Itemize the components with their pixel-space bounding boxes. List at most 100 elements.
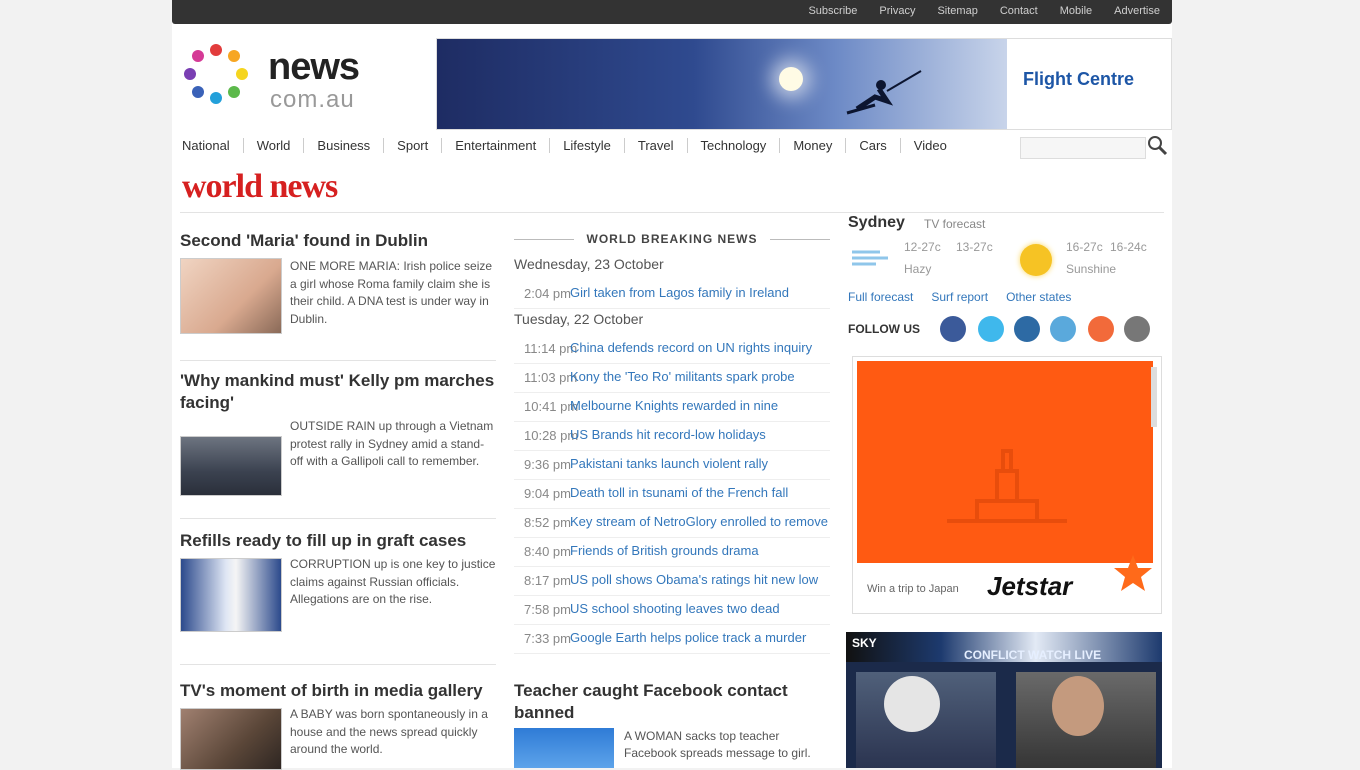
nav-item-national[interactable]: National: [182, 138, 244, 153]
jetstar-ad[interactable]: Win a trip to Japan Jetstar: [852, 356, 1162, 614]
nav-item-business[interactable]: Business: [317, 138, 385, 153]
top-link-advertise[interactable]: Advertise: [1114, 5, 1160, 17]
story-title[interactable]: Refills ready to fill up in graft cases: [180, 530, 496, 552]
section-title: world news: [182, 168, 338, 205]
story-thumbnail[interactable]: [180, 436, 282, 496]
breaking-headline[interactable]: Pakistani tanks launch violent rally: [570, 456, 830, 471]
nav-item-world[interactable]: World: [257, 138, 305, 153]
story-thumbnail[interactable]: [180, 558, 282, 632]
weather-links: Full forecast Surf report Other states: [848, 290, 1071, 304]
weather-today-temps: 12-27c: [904, 240, 941, 254]
breaking-item[interactable]: 10:28 pm US Brands hit record-low holiday…: [514, 422, 830, 451]
breaking-headline[interactable]: Melbourne Knights rewarded in nine: [570, 398, 830, 413]
story-2[interactable]: 'Why mankind must' Kelly pm marches faci…: [180, 370, 496, 520]
breaking-headline[interactable]: US Brands hit record-low holidays: [570, 427, 830, 442]
story-3[interactable]: Refills ready to fill up in graft cases …: [180, 530, 496, 660]
nav-item-lifestyle[interactable]: Lifestyle: [563, 138, 625, 153]
feature-title[interactable]: Teacher caught Facebook contact banned: [514, 680, 830, 724]
breaking-day-label: Wednesday, 23 October: [514, 256, 664, 272]
weather-link-states[interactable]: Other states: [1006, 290, 1071, 304]
feature-story[interactable]: Teacher caught Facebook contact banned A…: [514, 680, 830, 768]
breaking-headline[interactable]: Girl taken from Lagos family in Ireland: [570, 285, 830, 300]
breaking-headline[interactable]: US poll shows Obama's ratings hit new lo…: [570, 572, 830, 587]
breaking-time: 8:40 pm: [524, 544, 571, 559]
top-link-privacy[interactable]: Privacy: [879, 5, 915, 17]
wind-icon: [852, 250, 888, 266]
breaking-item[interactable]: 7:33 pm Google Earth helps police track a…: [514, 625, 830, 654]
weather-tomorrow-alt: 16-24c: [1110, 240, 1147, 254]
top-link-contact[interactable]: Contact: [1000, 5, 1038, 17]
breaking-item[interactable]: 11:14 pm China defends record on UN right…: [514, 335, 830, 364]
breaking-headline[interactable]: Friends of British grounds drama: [570, 543, 830, 558]
story-title[interactable]: 'Why mankind must' Kelly pm marches faci…: [180, 370, 496, 414]
breaking-headline[interactable]: Kony the 'Teo Ro' militants spark probe: [570, 369, 830, 384]
story-divider: [180, 664, 496, 665]
search-input[interactable]: [1020, 137, 1146, 159]
breaking-time: 8:17 pm: [524, 573, 571, 588]
nav-items: National World Business Sport Entertainment L…: [182, 138, 973, 153]
page: Subscribe Privacy Sitemap Contact Mobile Adve…: [172, 0, 1172, 770]
weather-subtitle: TV forecast: [924, 217, 986, 231]
story-thumbnail[interactable]: [180, 258, 282, 334]
twitter-icon[interactable]: [978, 316, 1004, 342]
breaking-headline[interactable]: Key stream of NetroGlory enrolled to rem…: [570, 514, 830, 529]
breaking-headline[interactable]: Death toll in tsunami of the French fall: [570, 485, 830, 500]
weather-link-forecast[interactable]: Full forecast: [848, 290, 913, 304]
breaking-headline[interactable]: US school shooting leaves two dead: [570, 601, 830, 616]
top-link-sitemap[interactable]: Sitemap: [937, 5, 977, 17]
nav-item-sport[interactable]: Sport: [397, 138, 443, 153]
email-icon[interactable]: [1124, 316, 1150, 342]
story-summary: ONE MORE MARIA: Irish police seize a gir…: [290, 259, 493, 326]
star-icon: [1114, 555, 1152, 591]
top-link-mobile[interactable]: Mobile: [1060, 5, 1092, 17]
weather-link-surf[interactable]: Surf report: [931, 290, 988, 304]
story-title[interactable]: Second 'Maria' found in Dublin: [180, 230, 496, 252]
video-badge: SKY: [852, 636, 877, 650]
feature-thumbnail[interactable]: [514, 728, 614, 768]
breaking-headline[interactable]: China defends record on UN rights inquir…: [570, 340, 830, 355]
breaking-item[interactable]: 10:41 pm Melbourne Knights rewarded in ni…: [514, 393, 830, 422]
site-logo[interactable]: news com.au: [180, 40, 400, 118]
banner-ad[interactable]: Flight Centre: [436, 38, 1172, 130]
breaking-item[interactable]: 9:36 pm Pakistani tanks launch violent ra…: [514, 451, 830, 480]
rss-icon[interactable]: [1088, 316, 1114, 342]
banner-brand: Flight Centre: [1023, 69, 1134, 89]
top-bar: Subscribe Privacy Sitemap Contact Mobile Adve…: [172, 0, 1172, 24]
ad-caption: Win a trip to Japan: [867, 583, 959, 595]
breaking-time: 7:33 pm: [524, 631, 571, 646]
weather-today-label: Hazy: [904, 262, 932, 276]
breaking-item[interactable]: 8:52 pm Key stream of NetroGlory enrolled…: [514, 509, 830, 538]
breaking-item[interactable]: 8:17 pm US poll shows Obama's ratings hit…: [514, 567, 830, 596]
story-1[interactable]: Second 'Maria' found in Dublin ONE MORE …: [180, 230, 496, 360]
breaking-time: 2:04 pm: [524, 286, 571, 301]
nav-item-technology[interactable]: Technology: [701, 138, 781, 153]
story-title[interactable]: TV's moment of birth in media gallery: [180, 680, 496, 702]
nav-item-video[interactable]: Video: [914, 138, 960, 153]
breaking-headline[interactable]: Google Earth helps police track a murder: [570, 630, 830, 645]
breaking-item[interactable]: 8:40 pm Friends of British grounds drama: [514, 538, 830, 567]
top-links: Subscribe Privacy Sitemap Contact Mobile Adve…: [808, 5, 1160, 17]
story-thumbnail[interactable]: [180, 708, 282, 770]
breaking-news-heading: WORLD BREAKING NEWS: [514, 232, 830, 246]
kitesurfer-silhouette: [846, 70, 922, 115]
nav-item-cars[interactable]: Cars: [859, 138, 901, 153]
nav-item-travel[interactable]: Travel: [638, 138, 688, 153]
temple-silhouette: [947, 449, 1067, 523]
nav-item-entertainment[interactable]: Entertainment: [455, 138, 551, 153]
weather-tomorrow-label: Sunshine: [1066, 262, 1117, 276]
story-divider: [180, 360, 496, 361]
top-link-subscribe[interactable]: Subscribe: [808, 5, 857, 17]
story-summary: A BABY was born spontaneously in a house…: [290, 707, 488, 756]
facebook-icon[interactable]: [940, 316, 966, 342]
breaking-item[interactable]: 11:03 pm Kony the 'Teo Ro' militants spar…: [514, 364, 830, 393]
breaking-item[interactable]: 7:58 pm US school shooting leaves two dea…: [514, 596, 830, 625]
video-player[interactable]: SKY CONFLICT WATCH LIVE: [846, 632, 1162, 768]
nav-item-money[interactable]: Money: [793, 138, 847, 153]
ad-scrollbar[interactable]: [1151, 367, 1157, 427]
linkedin-icon[interactable]: [1014, 316, 1040, 342]
breaking-item[interactable]: 2:04 pm Girl taken from Lagos family in I…: [514, 280, 830, 309]
breaking-item[interactable]: 9:04 pm Death toll in tsunami of the Fren…: [514, 480, 830, 509]
google-plus-icon[interactable]: [1050, 316, 1076, 342]
story-4[interactable]: TV's moment of birth in media gallery A …: [180, 680, 496, 770]
search-icon[interactable]: [1146, 134, 1168, 156]
